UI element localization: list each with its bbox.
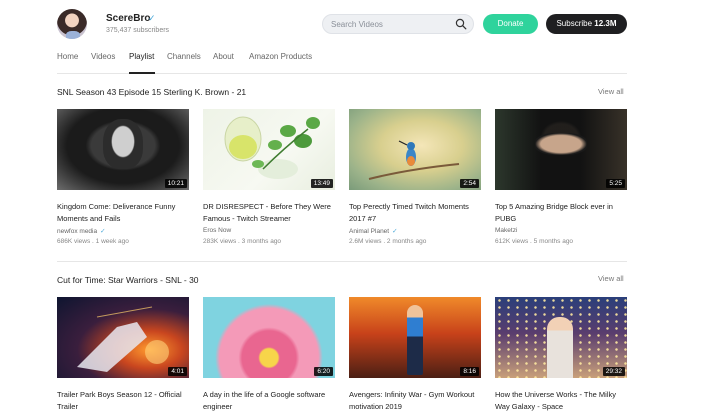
tab-home[interactable]: Home xyxy=(57,52,78,61)
channel-header: ScereBro ✓ 375,437 subscribers Donate Su… xyxy=(0,0,703,48)
verified-check-icon: ✓ xyxy=(100,228,106,235)
video-channel-name[interactable]: newfox media xyxy=(57,228,97,235)
video-duration: 6:20 xyxy=(314,367,333,376)
channel-name[interactable]: ScereBro xyxy=(106,13,150,24)
video-thumbnail[interactable]: 10:21 xyxy=(57,109,189,190)
section-title[interactable]: Cut for Time: Star Warriors - SNL - 30 xyxy=(57,275,199,285)
video-title[interactable]: Avengers: Infinity War - Gym Workout mot… xyxy=(349,389,481,413)
video-channel-name[interactable]: Animal Planet xyxy=(349,228,389,235)
video-duration: 13:49 xyxy=(310,179,333,188)
view-all-link[interactable]: View all xyxy=(598,274,624,283)
video-thumbnail[interactable]: 2:54 xyxy=(349,109,481,190)
subscriber-count: 375,437 subscribers xyxy=(106,27,170,34)
video-thumbnail[interactable]: 29:32 xyxy=(495,297,627,378)
video-meta: 283K views . 3 months ago xyxy=(203,238,282,245)
search-box[interactable] xyxy=(322,14,474,34)
video-channel-name[interactable]: Maketzi xyxy=(495,227,517,234)
video-title[interactable]: DR DISRESPECT - Before They Were Famous … xyxy=(203,201,335,225)
video-title[interactable]: A day in the life of a Google software e… xyxy=(203,389,335,413)
video-duration: 29:32 xyxy=(602,367,625,376)
video-duration: 8:16 xyxy=(460,367,479,376)
tab-videos[interactable]: Videos xyxy=(91,52,115,61)
video-title[interactable]: Top 5 Amazing Bridge Block ever in PUBG xyxy=(495,201,627,225)
video-duration: 10:21 xyxy=(164,179,187,188)
thumbnail-art xyxy=(77,306,169,372)
section-title[interactable]: SNL Season 43 Episode 15 Sterling K. Bro… xyxy=(57,87,246,97)
video-meta: 2.6M views . 2 months ago xyxy=(349,238,427,245)
tab-playlist[interactable]: Playlist xyxy=(129,52,154,61)
video-meta: 686K views . 1 week ago xyxy=(57,238,129,245)
video-channel[interactable]: Maketzi xyxy=(495,227,517,234)
video-channel[interactable]: Animal Planet ✓ xyxy=(349,227,398,235)
tab-about[interactable]: About xyxy=(213,52,234,61)
tab-channels[interactable]: Channels xyxy=(167,52,201,61)
video-meta: 612K views . 5 months ago xyxy=(495,238,574,245)
video-duration: 5:25 xyxy=(606,179,625,188)
video-thumbnail[interactable]: 4:01 xyxy=(57,297,189,378)
thumbnail-art xyxy=(368,140,460,180)
channel-avatar[interactable] xyxy=(57,9,87,39)
active-tab-indicator xyxy=(129,72,155,74)
verified-check-icon: ✓ xyxy=(392,228,398,235)
video-channel[interactable]: newfox media ✓ xyxy=(57,227,106,235)
search-icon[interactable] xyxy=(455,18,467,30)
video-title[interactable]: How the Universe Works - The Milky Way G… xyxy=(495,389,627,413)
verified-check-icon: ✓ xyxy=(148,13,156,23)
video-duration: 2:54 xyxy=(460,179,479,188)
video-duration: 4:01 xyxy=(168,367,187,376)
donate-button[interactable]: Donate xyxy=(483,14,538,34)
video-title[interactable]: Top Perectly Timed Twitch Moments 2017 #… xyxy=(349,201,481,225)
video-channel-name[interactable]: Eros Now xyxy=(203,227,231,234)
video-thumbnail[interactable]: 6:20 xyxy=(203,297,335,378)
video-thumbnail[interactable]: 5:25 xyxy=(495,109,627,190)
video-title[interactable]: Kingdom Come: Deliverance Funny Moments … xyxy=(57,201,189,225)
thumbnail-art xyxy=(224,116,320,179)
section-divider xyxy=(57,261,627,262)
view-all-link[interactable]: View all xyxy=(598,87,624,96)
tab-amazon-products[interactable]: Amazon Products xyxy=(249,52,312,61)
subscribe-button[interactable]: Subscribe 12.3M xyxy=(546,14,627,34)
subscribe-label: Subscribe xyxy=(556,19,593,28)
video-title[interactable]: Trailer Park Boys Season 12 - Official T… xyxy=(57,389,189,413)
video-thumbnail[interactable]: 13:49 xyxy=(203,109,335,190)
video-channel[interactable]: Eros Now xyxy=(203,227,231,234)
search-input[interactable] xyxy=(331,15,456,33)
subscribe-count: 12.3M xyxy=(594,19,617,28)
video-thumbnail[interactable]: 8:16 xyxy=(349,297,481,378)
